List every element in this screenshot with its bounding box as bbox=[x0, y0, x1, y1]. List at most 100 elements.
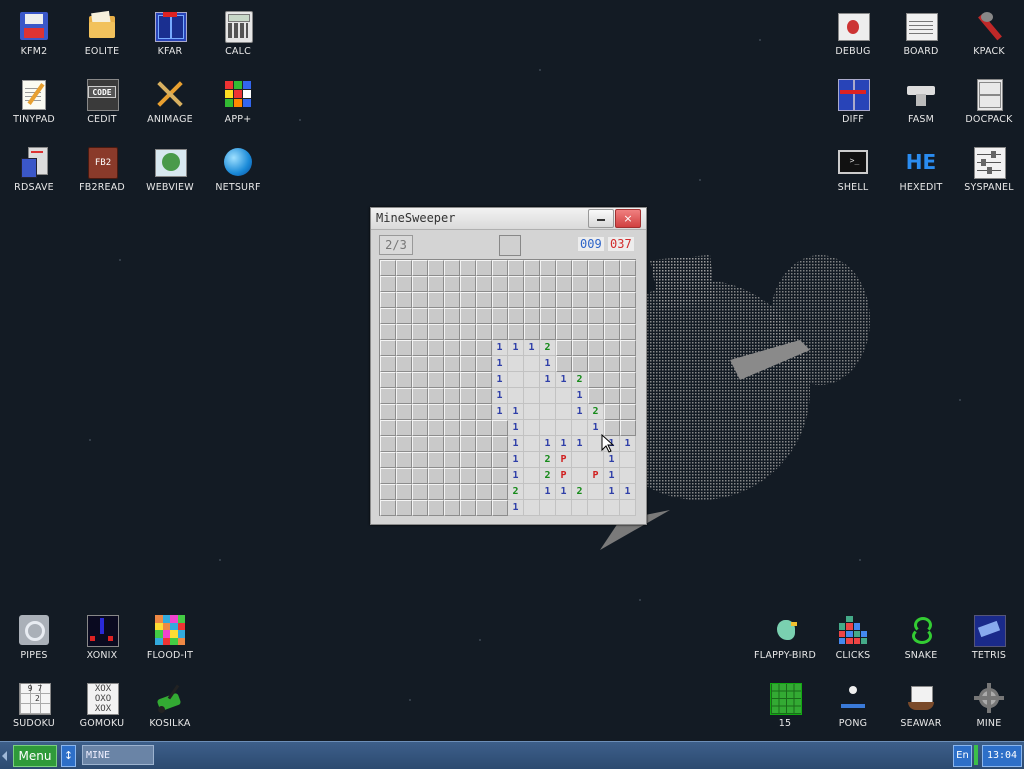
mine-cell[interactable] bbox=[572, 260, 588, 276]
mine-cell[interactable] bbox=[476, 308, 492, 324]
mine-cell[interactable] bbox=[444, 308, 460, 324]
mine-cell[interactable] bbox=[572, 356, 588, 372]
mine-cell[interactable] bbox=[412, 340, 428, 356]
mine-cell[interactable] bbox=[508, 372, 524, 388]
desktop-icon-diff[interactable]: DIFF bbox=[819, 70, 887, 136]
mine-cell[interactable] bbox=[380, 468, 396, 484]
clock[interactable]: 13:04 bbox=[982, 745, 1022, 767]
mine-cell[interactable] bbox=[476, 340, 492, 356]
taskbar-scroll-left-icon[interactable] bbox=[2, 751, 7, 761]
mine-cell[interactable] bbox=[444, 436, 460, 452]
mine-cell[interactable] bbox=[540, 308, 556, 324]
language-indicator[interactable]: En bbox=[953, 745, 972, 767]
mine-cell[interactable]: 2 bbox=[540, 452, 556, 468]
mine-cell[interactable] bbox=[428, 500, 444, 516]
desktop-icon-animage[interactable]: ANIMAGE bbox=[136, 70, 204, 136]
desktop-icon-docpack[interactable]: DOCPACK bbox=[955, 70, 1023, 136]
mine-cell[interactable] bbox=[396, 468, 412, 484]
mine-cell[interactable] bbox=[460, 404, 476, 420]
desktop-icon-flappy-bird[interactable]: FLAPPY-BIRD bbox=[751, 606, 819, 672]
mine-cell[interactable] bbox=[412, 260, 428, 276]
desktop-icon-15[interactable]: 15 bbox=[751, 674, 819, 740]
mine-cell[interactable]: 1 bbox=[508, 340, 524, 356]
mine-cell[interactable] bbox=[604, 388, 620, 404]
mine-cell[interactable] bbox=[508, 260, 524, 276]
mine-cell[interactable] bbox=[556, 276, 572, 292]
mine-cell[interactable] bbox=[380, 420, 396, 436]
mine-cell[interactable] bbox=[540, 324, 556, 340]
mine-cell[interactable] bbox=[540, 292, 556, 308]
mine-cell[interactable] bbox=[396, 388, 412, 404]
mine-cell[interactable] bbox=[556, 388, 572, 404]
mine-cell[interactable] bbox=[428, 388, 444, 404]
mine-cell[interactable] bbox=[396, 484, 412, 500]
desktop-icon-app-plus[interactable]: APP+ bbox=[204, 70, 272, 136]
mine-cell[interactable] bbox=[572, 292, 588, 308]
mine-cell[interactable] bbox=[524, 500, 540, 516]
mine-cell[interactable] bbox=[620, 404, 636, 420]
mine-cell[interactable]: 1 bbox=[524, 340, 540, 356]
mine-cell[interactable] bbox=[444, 340, 460, 356]
mine-cell[interactable] bbox=[460, 452, 476, 468]
mine-cell[interactable] bbox=[604, 404, 620, 420]
mine-cell[interactable] bbox=[428, 340, 444, 356]
mine-cell[interactable] bbox=[412, 388, 428, 404]
mine-cell[interactable] bbox=[428, 372, 444, 388]
mine-cell[interactable] bbox=[524, 452, 540, 468]
mine-cell[interactable] bbox=[524, 388, 540, 404]
mine-cell[interactable] bbox=[620, 452, 636, 468]
desktop-icon-tetris[interactable]: TETRIS bbox=[955, 606, 1023, 672]
swap-icon[interactable]: ↕ bbox=[61, 745, 76, 767]
mine-cell[interactable] bbox=[380, 372, 396, 388]
mine-cell[interactable] bbox=[620, 276, 636, 292]
mine-cell[interactable] bbox=[556, 500, 572, 516]
mine-cell[interactable]: 1 bbox=[572, 388, 588, 404]
mine-cell[interactable] bbox=[396, 292, 412, 308]
mine-cell[interactable] bbox=[620, 260, 636, 276]
mine-cell[interactable] bbox=[604, 276, 620, 292]
mine-cell[interactable]: 1 bbox=[604, 452, 620, 468]
mine-cell[interactable] bbox=[492, 484, 508, 500]
mine-cell[interactable] bbox=[476, 292, 492, 308]
mine-cell[interactable] bbox=[604, 260, 620, 276]
mine-cell[interactable] bbox=[380, 324, 396, 340]
desktop-icon-xonix[interactable]: XONIX bbox=[68, 606, 136, 672]
desktop-icon-clicks[interactable]: CLICKS bbox=[819, 606, 887, 672]
mine-cell[interactable] bbox=[508, 356, 524, 372]
mine-cell[interactable] bbox=[444, 292, 460, 308]
mine-cell[interactable] bbox=[620, 468, 636, 484]
mine-cell[interactable] bbox=[508, 292, 524, 308]
mine-cell[interactable] bbox=[524, 308, 540, 324]
mine-cell[interactable] bbox=[556, 420, 572, 436]
mine-cell[interactable] bbox=[460, 500, 476, 516]
mine-cell[interactable] bbox=[540, 388, 556, 404]
mine-cell[interactable] bbox=[396, 340, 412, 356]
mine-cell[interactable] bbox=[604, 308, 620, 324]
mine-cell[interactable] bbox=[604, 324, 620, 340]
mine-cell[interactable]: 1 bbox=[604, 468, 620, 484]
mine-cell[interactable] bbox=[460, 340, 476, 356]
mine-cell[interactable] bbox=[572, 340, 588, 356]
mine-cell[interactable] bbox=[492, 468, 508, 484]
mine-cell[interactable] bbox=[460, 388, 476, 404]
mine-cell[interactable] bbox=[492, 260, 508, 276]
mine-cell[interactable]: 1 bbox=[492, 340, 508, 356]
mine-cell[interactable] bbox=[476, 388, 492, 404]
mine-cell[interactable] bbox=[524, 372, 540, 388]
mine-cell[interactable] bbox=[444, 484, 460, 500]
mine-cell[interactable]: 1 bbox=[492, 388, 508, 404]
desktop-icon-cedit[interactable]: CODE CEDIT bbox=[68, 70, 136, 136]
desktop-icon-flood-it[interactable]: FLOOD-IT bbox=[136, 606, 204, 672]
mine-cell[interactable] bbox=[396, 452, 412, 468]
window-titlebar[interactable]: MineSweeper × bbox=[371, 208, 646, 230]
mine-cell[interactable]: 1 bbox=[492, 372, 508, 388]
mine-cell[interactable]: 2 bbox=[572, 372, 588, 388]
mine-cell[interactable] bbox=[476, 484, 492, 500]
mine-cell[interactable] bbox=[604, 372, 620, 388]
mine-cell[interactable] bbox=[492, 436, 508, 452]
mine-cell[interactable] bbox=[460, 324, 476, 340]
mine-cell[interactable] bbox=[380, 308, 396, 324]
new-game-button[interactable] bbox=[499, 235, 521, 256]
mine-cell[interactable] bbox=[460, 260, 476, 276]
mine-cell[interactable]: 1 bbox=[556, 436, 572, 452]
